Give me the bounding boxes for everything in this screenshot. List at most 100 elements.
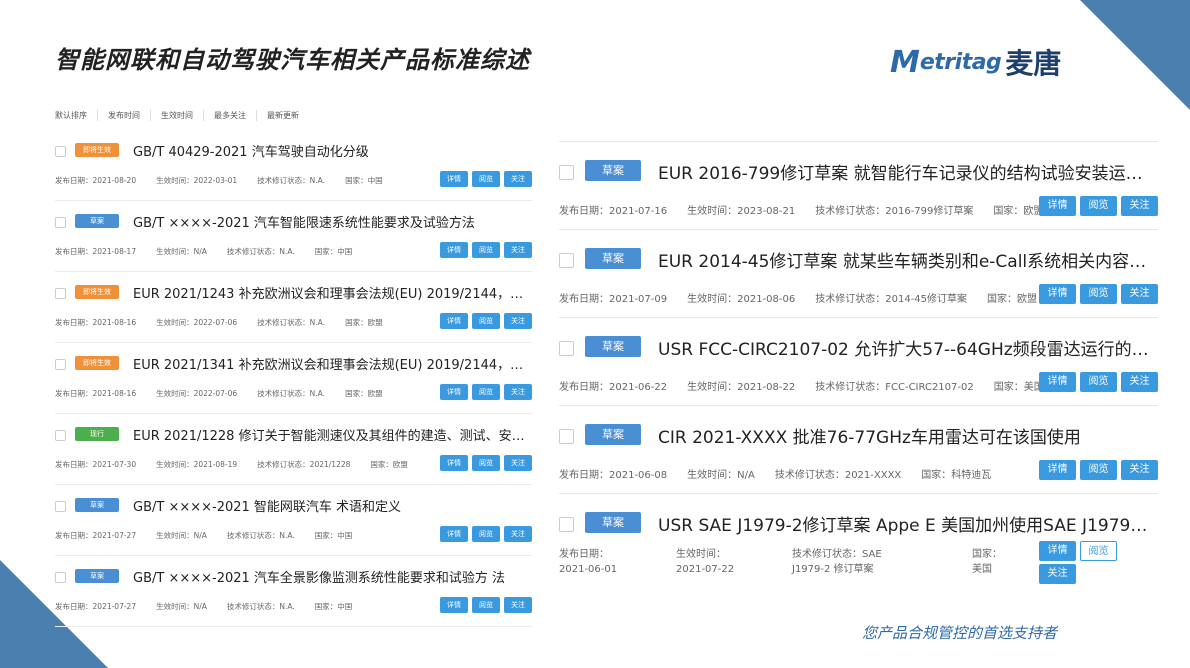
details-button[interactable]: 详情	[1039, 372, 1076, 392]
effective-date: 生效时间：2022-07-06	[156, 389, 238, 398]
action-buttons: 详情 阅览 关注	[1039, 284, 1158, 304]
country: 国家：中国	[314, 247, 353, 256]
revision-status: 技术修订状态：N.A.	[226, 602, 295, 611]
effective-date: 生效时间：N/A	[156, 247, 207, 256]
details-button[interactable]: 详情	[440, 597, 468, 613]
standard-title-link[interactable]: USR FCC-CIRC2107-02 允许扩大57--64GHz频段雷达运行的…	[658, 335, 1153, 360]
status-badge: 现行	[75, 427, 119, 441]
details-button[interactable]: 详情	[1039, 541, 1076, 561]
preview-button[interactable]: 阅览	[1080, 460, 1117, 480]
item-meta: 发布日期：2021-06-01 生效时间：2021-07-22 技术修订状态：SAE…	[559, 547, 1029, 587]
item-meta: 发布日期：2021-06-08 生效时间：N/A 技术修订状态：2021-XXXX 国…	[559, 466, 1011, 481]
details-button[interactable]: 详情	[1039, 460, 1076, 480]
select-checkbox[interactable]	[55, 430, 66, 441]
select-checkbox[interactable]	[559, 429, 574, 444]
status-badge: 即将生效	[75, 143, 119, 157]
follow-button[interactable]: 关注	[504, 313, 532, 329]
select-checkbox[interactable]	[55, 217, 66, 228]
follow-button[interactable]: 关注	[504, 455, 532, 471]
select-checkbox[interactable]	[55, 501, 66, 512]
list-item: 现行 EUR 2021/1228 修订关于智能测速仪及其组件的建造、测试、安装和检…	[55, 414, 532, 485]
follow-button[interactable]: 关注	[1121, 196, 1158, 216]
item-meta: 发布日期：2021-07-27 生效时间：N/A 技术修订状态：N.A. 国家：中国	[55, 601, 372, 612]
publish-date: 发布日期：2021-07-09	[559, 294, 668, 305]
follow-button[interactable]: 关注	[1121, 460, 1158, 480]
sort-default[interactable]: 默认排序	[55, 110, 98, 121]
follow-button[interactable]: 关注	[504, 526, 532, 542]
preview-button[interactable]: 阅览	[1080, 541, 1117, 561]
standards-list-right: 草案 EUR 2016-799修订草案 就智能行车记录仪的结构试验安装运行和维修的…	[559, 141, 1158, 594]
standard-title-link[interactable]: EUR 2016-799修订草案 就智能行车记录仪的结构试验安装运行和维修的..…	[658, 159, 1153, 184]
standard-title-link[interactable]: USR SAE J1979-2修订草案 Appe E 美国加州使用SAE J19…	[658, 511, 1153, 536]
follow-button[interactable]: 关注	[1121, 284, 1158, 304]
sort-latest-update[interactable]: 最新更新	[257, 110, 309, 121]
preview-button[interactable]: 阅览	[472, 384, 500, 400]
details-button[interactable]: 详情	[1039, 196, 1076, 216]
select-checkbox[interactable]	[55, 288, 66, 299]
list-item: 草案 USR FCC-CIRC2107-02 允许扩大57--64GHz频段雷达运…	[559, 318, 1158, 406]
preview-button[interactable]: 阅览	[472, 242, 500, 258]
preview-button[interactable]: 阅览	[1080, 372, 1117, 392]
list-item: 草案 GB/T ××××-2021 汽车全景影像监测系统性能要求和试验方 法发布日…	[55, 556, 532, 627]
details-button[interactable]: 详情	[1039, 284, 1076, 304]
follow-button[interactable]: 关注	[1121, 372, 1158, 392]
standard-title-link[interactable]: GB/T ××××-2021 汽车全景影像监测系统性能要求和试验方 法	[133, 567, 528, 586]
slide-title: 智能网联和自动驾驶汽车相关产品标准综述	[55, 46, 530, 74]
follow-button[interactable]: 关注	[1039, 564, 1076, 584]
status-badge: 草案	[585, 336, 641, 357]
standard-title-link[interactable]: GB/T 40429-2021 汽车驾驶自动化分级	[133, 141, 528, 160]
details-button[interactable]: 详情	[440, 171, 468, 187]
select-checkbox[interactable]	[559, 165, 574, 180]
select-checkbox[interactable]	[559, 517, 574, 532]
preview-button[interactable]: 阅览	[1080, 284, 1117, 304]
standard-title-link[interactable]: EUR 2021/1228 修订关于智能测速仪及其组件的建造、测试、安装和检查.…	[133, 425, 528, 444]
effective-date: 生效时间：2021-08-06	[687, 294, 796, 305]
follow-button[interactable]: 关注	[504, 597, 532, 613]
item-meta: 发布日期：2021-07-09 生效时间：2021-08-06 技术修订状态：201…	[559, 290, 1057, 305]
standard-title-link[interactable]: EUR 2021/1341 补充欧洲议会和理事会法规(EU) 2019/2144…	[133, 354, 528, 373]
details-button[interactable]: 详情	[440, 526, 468, 542]
follow-button[interactable]: 关注	[504, 171, 532, 187]
effective-date: 生效时间：2022-03-01	[156, 176, 238, 185]
select-checkbox[interactable]	[559, 341, 574, 356]
preview-button[interactable]: 阅览	[472, 455, 500, 471]
standard-title-link[interactable]: CIR 2021-XXXX 批准76-77GHz车用雷达可在该国使用	[658, 423, 1153, 448]
country: 国家：欧盟	[993, 206, 1044, 217]
details-button[interactable]: 详情	[440, 455, 468, 471]
effective-date: 生效时间：2023-08-21	[687, 206, 796, 217]
status-badge: 草案	[585, 160, 641, 181]
action-buttons: 详情 阅览 关注	[440, 384, 532, 400]
list-item: 草案 EUR 2016-799修订草案 就智能行车记录仪的结构试验安装运行和维修的…	[559, 142, 1158, 230]
effective-date: 生效时间：N/A	[156, 602, 207, 611]
country: 国家：中国	[345, 176, 383, 185]
standard-title-link[interactable]: EUR 2014-45修订草案 就某些车辆类别和e-Call系统相关内容修订草案…	[658, 247, 1153, 272]
sort-effective-date[interactable]: 生效时间	[151, 110, 204, 121]
item-meta: 发布日期：2021-07-30 生效时间：2021-08-19 技术修订状态：202…	[55, 459, 428, 470]
preview-button[interactable]: 阅览	[472, 171, 500, 187]
revision-status: 技术修订状态：N.A.	[226, 531, 295, 540]
preview-button[interactable]: 阅览	[1080, 196, 1117, 216]
preview-button[interactable]: 阅览	[472, 526, 500, 542]
preview-button[interactable]: 阅览	[472, 313, 500, 329]
select-checkbox[interactable]	[55, 359, 66, 370]
follow-button[interactable]: 关注	[504, 384, 532, 400]
action-buttons: 详情 阅览 关注	[440, 242, 532, 258]
sort-publish-date[interactable]: 发布时间	[98, 110, 151, 121]
sort-bar: 默认排序 发布时间 生效时间 最多关注 最新更新	[55, 110, 309, 121]
preview-button[interactable]: 阅览	[472, 597, 500, 613]
select-checkbox[interactable]	[55, 146, 66, 157]
details-button[interactable]: 详情	[440, 242, 468, 258]
follow-button[interactable]: 关注	[504, 242, 532, 258]
country: 国家：欧盟	[345, 389, 383, 398]
details-button[interactable]: 详情	[440, 384, 468, 400]
select-checkbox[interactable]	[55, 572, 66, 583]
logo-mark: M	[890, 44, 920, 80]
standard-title-link[interactable]: EUR 2021/1243 补充欧洲议会和理事会法规(EU) 2019/2144…	[133, 283, 528, 302]
item-meta: 发布日期：2021-08-16 生效时间：2022-07-06 技术修订状态：N.A…	[55, 388, 403, 399]
select-checkbox[interactable]	[559, 253, 574, 268]
standard-title-link[interactable]: GB/T ××××-2021 智能网联汽车 术语和定义	[133, 496, 528, 515]
publish-date: 发布日期：2021-06-01	[559, 549, 618, 575]
details-button[interactable]: 详情	[440, 313, 468, 329]
standard-title-link[interactable]: GB/T ××××-2021 汽车智能限速系统性能要求及试验方法	[133, 212, 528, 231]
sort-most-followed[interactable]: 最多关注	[204, 110, 257, 121]
